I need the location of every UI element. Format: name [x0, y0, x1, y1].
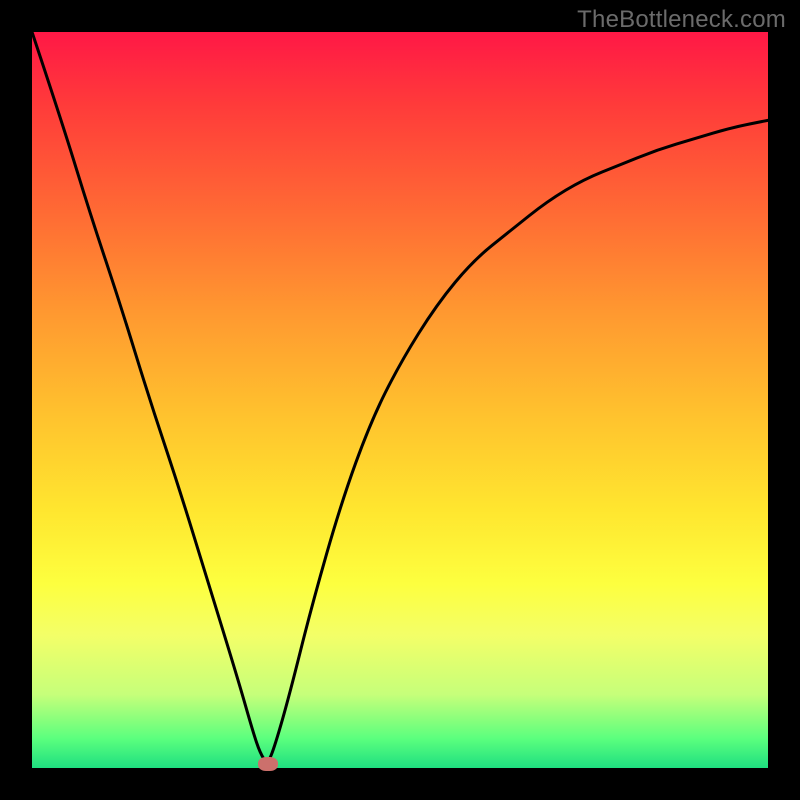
chart-plot-area — [32, 32, 768, 768]
optimum-marker — [258, 757, 278, 771]
bottleneck-curve — [32, 32, 768, 761]
watermark-text: TheBottleneck.com — [577, 6, 786, 34]
curve-svg — [32, 32, 768, 768]
chart-frame: TheBottleneck.com — [0, 0, 800, 800]
